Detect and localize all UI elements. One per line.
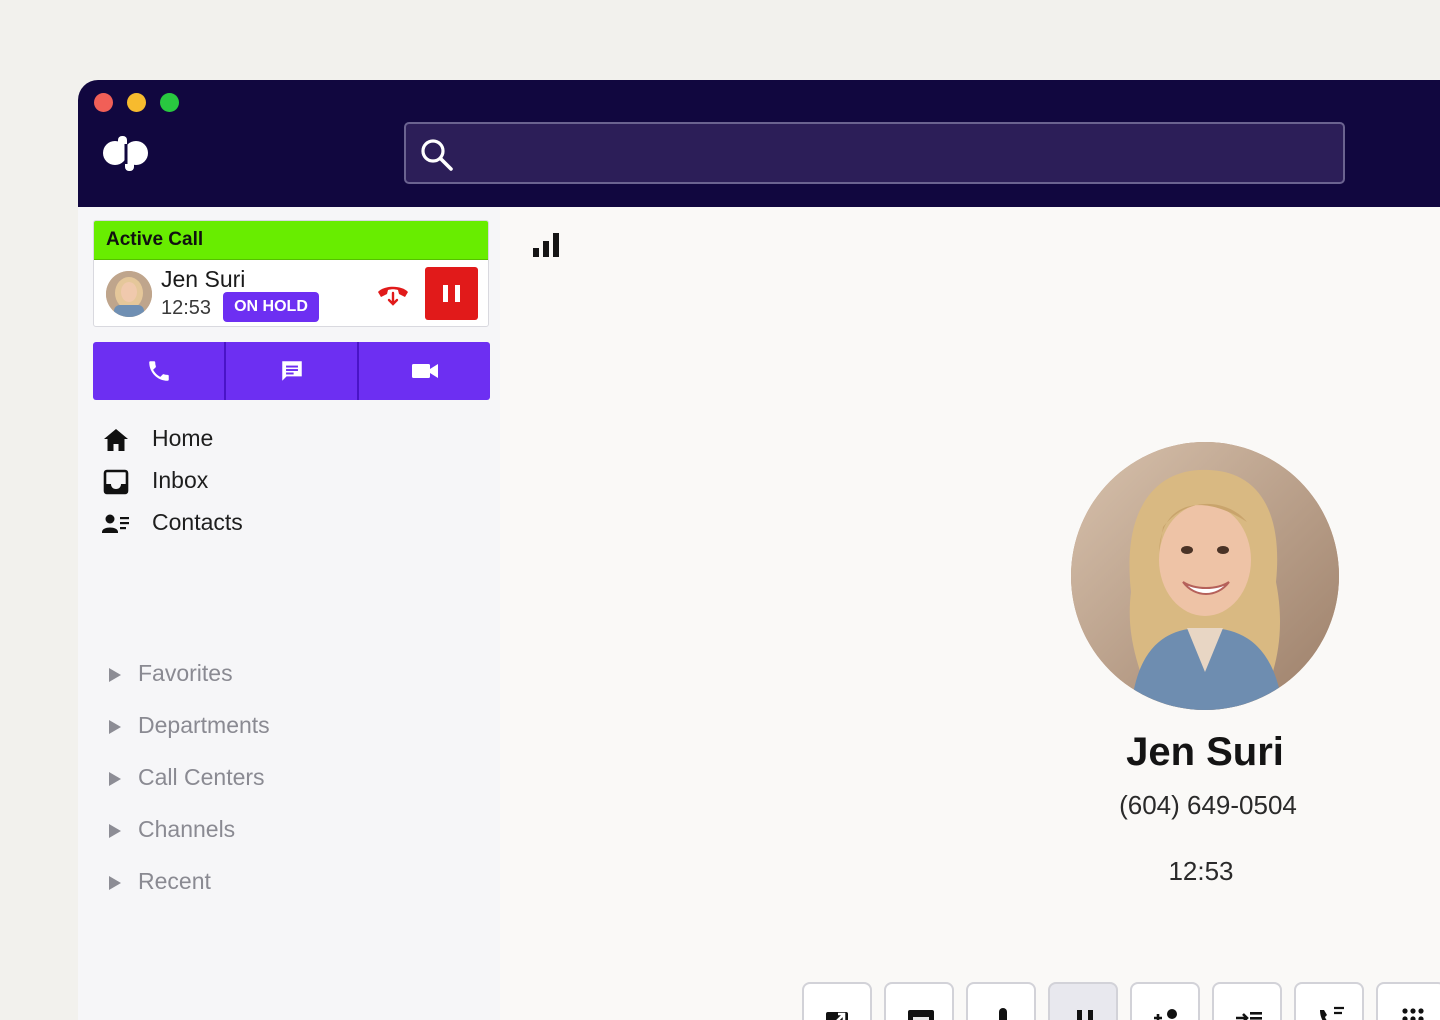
- expand-triangle-icon: [109, 720, 121, 734]
- contacts-icon: [102, 514, 129, 533]
- expand-triangle-icon: [109, 668, 121, 682]
- group-label-channels: Channels: [138, 816, 236, 842]
- nav-item-inbox[interactable]: Inbox: [100, 461, 480, 501]
- message-button[interactable]: [224, 342, 357, 400]
- close-window-button[interactable]: [94, 93, 113, 112]
- expand-triangle-icon: [109, 772, 121, 786]
- contact-name: Jen Suri: [1126, 730, 1284, 774]
- group-favorites[interactable]: Favorites: [106, 656, 486, 694]
- caller-name: Jen Suri: [161, 266, 246, 292]
- mute-button[interactable]: [966, 982, 1036, 1020]
- inbox-icon: [103, 469, 129, 495]
- add-caller-button[interactable]: [1130, 982, 1200, 1020]
- zoom-window-button[interactable]: [160, 93, 179, 112]
- search-bar[interactable]: [404, 122, 1345, 184]
- call-elapsed-time: 12:53: [161, 297, 212, 319]
- transfer-button[interactable]: [802, 982, 872, 1020]
- call-timer: 12:53: [1168, 856, 1234, 886]
- microphone-icon: [995, 1008, 1011, 1020]
- hold-control-button[interactable]: [1048, 982, 1118, 1020]
- group-departments[interactable]: Departments: [106, 708, 486, 746]
- app-window: Active Call Jen Suri 12:53 ON HOLD Home …: [78, 80, 1440, 1020]
- pause-icon-bar: [455, 285, 460, 302]
- record-button[interactable]: [884, 982, 954, 1020]
- call-controls: [802, 982, 1440, 1020]
- group-recent[interactable]: Recent: [106, 864, 486, 902]
- call-button[interactable]: [93, 342, 224, 400]
- contact-photo: [1071, 442, 1339, 710]
- nav-label-home: Home: [152, 425, 214, 451]
- active-call-banner: Active Call: [94, 221, 488, 260]
- group-channels[interactable]: Channels: [106, 812, 486, 850]
- queue-icon: [1236, 1012, 1262, 1020]
- title-bar: [78, 80, 1440, 207]
- search-input[interactable]: [466, 132, 1330, 176]
- sidebar: Active Call Jen Suri 12:53 ON HOLD Home …: [78, 207, 500, 1020]
- hang-up-icon[interactable]: [376, 282, 410, 306]
- keypad-icon: [1402, 1008, 1424, 1020]
- minimize-window-button[interactable]: [127, 93, 146, 112]
- dialpad-logo-icon[interactable]: [100, 134, 152, 174]
- nav-item-home[interactable]: Home: [100, 419, 480, 459]
- park-button[interactable]: [1294, 982, 1364, 1020]
- record-icon: [908, 1010, 934, 1020]
- keypad-button[interactable]: [1376, 982, 1440, 1020]
- transfer-icon: [826, 1012, 848, 1020]
- signal-strength-icon[interactable]: [533, 233, 561, 259]
- expand-triangle-icon: [109, 824, 121, 838]
- pause-icon: [1077, 1010, 1093, 1020]
- group-call-centers[interactable]: Call Centers: [106, 760, 486, 798]
- video-button[interactable]: [357, 342, 490, 400]
- phone-icon: [148, 361, 169, 381]
- nav-label-inbox: Inbox: [152, 467, 209, 493]
- caller-avatar: [106, 271, 152, 317]
- nav-item-contacts[interactable]: Contacts: [100, 503, 480, 543]
- message-icon: [281, 361, 302, 381]
- on-hold-badge: ON HOLD: [223, 292, 319, 322]
- expand-triangle-icon: [109, 876, 121, 890]
- pause-icon: [443, 285, 448, 302]
- home-icon: [104, 429, 128, 451]
- search-icon: [421, 139, 453, 171]
- group-label-favorites: Favorites: [138, 660, 233, 686]
- group-label-call-centers: Call Centers: [138, 764, 265, 790]
- quick-action-bar: [93, 342, 490, 400]
- video-camera-icon: [411, 364, 438, 378]
- group-label-recent: Recent: [138, 868, 211, 894]
- queue-button[interactable]: [1212, 982, 1282, 1020]
- hold-button[interactable]: [425, 267, 478, 320]
- group-label-departments: Departments: [138, 712, 270, 738]
- active-call-card[interactable]: Active Call Jen Suri 12:53 ON HOLD: [93, 220, 489, 327]
- add-person-icon: [1154, 1009, 1177, 1020]
- contact-phone-number: (604) 649-0504: [1119, 790, 1297, 820]
- nav-label-contacts: Contacts: [152, 509, 243, 535]
- call-park-icon: [1320, 1006, 1344, 1020]
